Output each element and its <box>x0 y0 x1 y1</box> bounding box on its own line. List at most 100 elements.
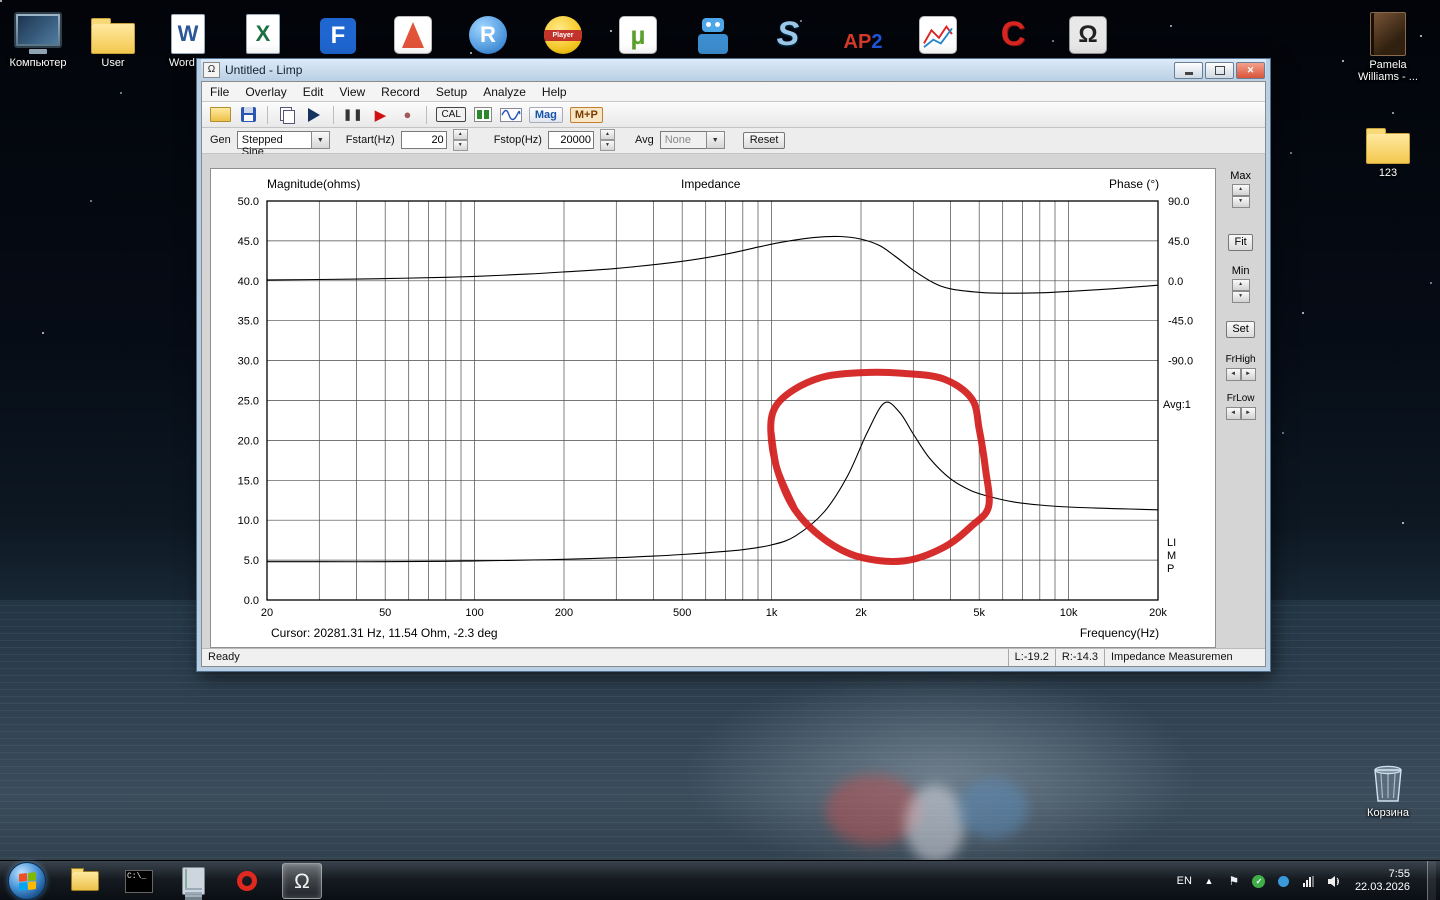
toolbar: ❚❚ ▶ ● CAL Mag M+P <box>202 102 1265 128</box>
excel-doc-icon: X <box>227 6 299 54</box>
computer-icon <box>2 6 74 54</box>
taskbar-app-explorer[interactable] <box>66 864 104 898</box>
spectrum-button[interactable] <box>473 105 493 125</box>
close-button[interactable]: ✕ <box>1236 61 1265 79</box>
reset-button[interactable]: Reset <box>742 131 786 149</box>
language-indicator[interactable]: EN <box>1177 875 1192 887</box>
fstop-input[interactable] <box>547 131 594 150</box>
menu-setup[interactable]: Setup <box>428 83 475 101</box>
taskbar: C:\_ Ω EN ▲ ⚑ ✓ 7:55 22.03.2026 <box>0 860 1440 900</box>
r-app-icon: R <box>452 6 524 54</box>
desktop-icon-utorrent-app[interactable]: µ <box>602 6 674 57</box>
desktop-icon-robot-toy[interactable] <box>677 6 749 57</box>
desktop-icon-r-app[interactable]: R <box>452 6 524 57</box>
taskbar-apps: C:\_ Ω <box>66 863 322 900</box>
desktop-icon-computer[interactable]: Компьютер <box>2 6 74 69</box>
save-button[interactable] <box>238 105 258 125</box>
start-measure-button[interactable]: ▶ <box>370 105 390 125</box>
window-title: Untitled - Limp <box>225 63 303 77</box>
desktop-icon-pamela-folder[interactable]: Pamela Williams - ... <box>1352 8 1424 83</box>
averaging-combo[interactable]: None ▼ <box>659 131 725 150</box>
desktop-icon-burn-app[interactable] <box>377 6 449 57</box>
fstart-spinner[interactable]: ▲ ▼ <box>452 129 468 152</box>
fit-button[interactable]: Fit <box>1228 233 1253 251</box>
calibrate-button[interactable]: CAL <box>436 107 466 123</box>
menu-record[interactable]: Record <box>373 83 428 101</box>
status-mode: Impedance Measuremen <box>1104 648 1265 666</box>
impedance-plot[interactable]: 0.0 5.0 10.0 15.0 20.0 25.0 30.0 35.0 40.0 45.0 50… <box>211 169 1219 647</box>
svg-text:50: 50 <box>379 607 391 619</box>
cursor-readout: Cursor: 20281.31 Hz, 11.54 Ohm, -2.3 deg <box>271 625 498 640</box>
user-folder-icon <box>77 6 149 54</box>
magnitude-toggle[interactable]: Mag <box>528 106 563 123</box>
desktop-icon-folder-123[interactable]: 123 <box>1352 116 1424 179</box>
frlow-spinner[interactable]: ◄ ► <box>1225 406 1256 420</box>
desktop-icon-ap2-app[interactable]: AP2 <box>827 6 899 57</box>
min-label: Min <box>1231 264 1250 277</box>
show-desktop-button[interactable] <box>1427 861 1436 900</box>
window-titlebar[interactable]: Ω Untitled - Limp ✕ <box>201 59 1266 81</box>
frhigh-spinner[interactable]: ◄ ► <box>1225 367 1256 381</box>
menu-analyze[interactable]: Analyze <box>475 83 534 101</box>
chevron-down-icon[interactable]: ▼ <box>705 131 725 150</box>
utorrent-app-icon: µ <box>602 6 674 54</box>
svg-text:20: 20 <box>261 607 273 619</box>
max-spinner[interactable]: ▲ ▼ <box>1231 183 1250 208</box>
set-button[interactable]: Set <box>1226 320 1255 338</box>
recycle-bin[interactable]: Корзина <box>1352 756 1424 819</box>
menu-edit[interactable]: Edit <box>295 83 332 101</box>
volume-icon[interactable] <box>1326 873 1342 889</box>
blue-reflection <box>958 778 1028 838</box>
averaging-value: None <box>659 131 706 150</box>
toolbar-separator <box>426 105 428 124</box>
taskbar-app-limp[interactable]: Ω <box>282 863 322 899</box>
fstart-label: Fstart(Hz) <box>345 134 395 147</box>
menu-view[interactable]: View <box>331 83 373 101</box>
clock[interactable]: 7:55 22.03.2026 <box>1355 868 1410 894</box>
open-button[interactable] <box>210 105 231 125</box>
start-button[interactable] <box>8 862 46 900</box>
minimize-button[interactable] <box>1174 61 1203 79</box>
desktop-icon-user-folder[interactable]: User <box>77 6 149 69</box>
taskbar-app-cmd[interactable]: C:\_ <box>120 864 158 898</box>
svg-text:2k: 2k <box>855 607 867 619</box>
desktop-icon-c-app[interactable]: C <box>977 6 1049 57</box>
maximize-button[interactable] <box>1205 61 1234 79</box>
desktop-icon-omega-app[interactable]: Ω <box>1052 6 1124 57</box>
network-icon[interactable] <box>1301 873 1317 889</box>
menu-file[interactable]: File <box>202 83 237 101</box>
desktop-icon-excel-doc[interactable]: X <box>227 6 299 57</box>
chevron-down-icon[interactable]: ▼ <box>310 131 330 150</box>
pause-button[interactable]: ❚❚ <box>343 105 363 125</box>
menu-bar: File Overlay Edit View Record Setup Analyze Hel… <box>202 82 1265 103</box>
update-icon[interactable] <box>1276 873 1292 889</box>
svg-text:200: 200 <box>555 607 573 619</box>
menu-help[interactable]: Help <box>534 83 575 101</box>
desktop-icon-plot-app[interactable] <box>902 6 974 57</box>
fstart-input[interactable] <box>400 131 447 150</box>
avg-indicator: Avg:1 <box>1163 398 1191 411</box>
generator-controls: Gen Stepped Sine ▼ Fstart(Hz) ▲▼ Fstop(H… <box>202 127 1265 158</box>
security-check-icon[interactable]: ✓ <box>1251 873 1267 889</box>
taskbar-app-calculator[interactable] <box>174 864 212 900</box>
record-icon: ● <box>403 107 412 123</box>
svg-text:45.0: 45.0 <box>238 236 259 248</box>
desktop-icon-s-app[interactable]: S <box>752 6 824 57</box>
generator-type-combo[interactable]: Stepped Sine ▼ <box>236 131 330 158</box>
action-center-icon[interactable]: ⚑ <box>1226 873 1242 889</box>
overlay-button[interactable] <box>304 105 324 125</box>
magnitude-phase-toggle[interactable]: M+P <box>569 106 603 123</box>
scale-panel: Max ▲ ▼ Fit Min ▲ ▼ Set FrHigh ◄ ► FrLow ◄ ► <box>1216 154 1265 648</box>
signal-button[interactable] <box>499 105 522 125</box>
desktop-icon-f-app[interactable]: F <box>302 6 374 57</box>
record-button[interactable]: ● <box>397 105 417 125</box>
min-spinner[interactable]: ▲ ▼ <box>1231 278 1250 303</box>
copy-button[interactable] <box>277 105 297 125</box>
show-hidden-icons[interactable]: ▲ <box>1201 873 1217 889</box>
menu-overlay[interactable]: Overlay <box>237 83 294 101</box>
copy-icon <box>280 106 295 124</box>
fstop-spinner[interactable]: ▲ ▼ <box>599 129 615 152</box>
svg-text:10.0: 10.0 <box>238 515 259 527</box>
gen-label: Gen <box>210 134 231 147</box>
taskbar-app-opera[interactable] <box>228 864 266 898</box>
